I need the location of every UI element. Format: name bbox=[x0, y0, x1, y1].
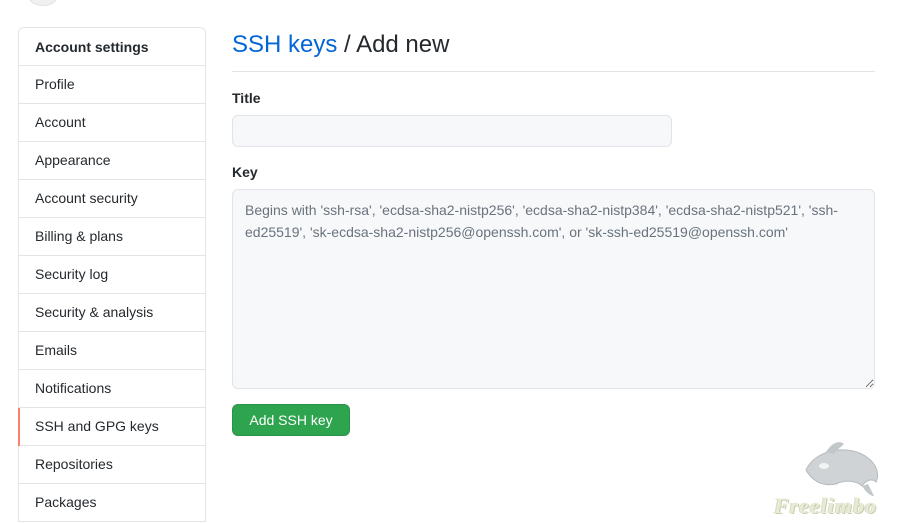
sidebar-item-account[interactable]: Account bbox=[19, 104, 205, 142]
sidebar-item-security-analysis[interactable]: Security & analysis bbox=[19, 294, 205, 332]
sidebar-item-label: Notifications bbox=[35, 380, 112, 396]
key-textarea[interactable] bbox=[232, 189, 875, 389]
sidebar-item-label: Account security bbox=[35, 190, 138, 206]
sidebar-item-label: Repositories bbox=[35, 456, 113, 472]
main-content: SSH keys / Add new Title Key Add SSH key bbox=[232, 27, 875, 436]
sidebar-item-packages[interactable]: Packages bbox=[19, 484, 205, 522]
sidebar-item-billing[interactable]: Billing & plans bbox=[19, 218, 205, 256]
breadcrumb-ssh-keys-link[interactable]: SSH keys bbox=[232, 31, 337, 58]
watermark: Freelimbo bbox=[772, 440, 905, 523]
sidebar-item-label: Profile bbox=[35, 76, 75, 92]
sidebar-item-security-log[interactable]: Security log bbox=[19, 256, 205, 294]
orca-whale-icon bbox=[805, 442, 879, 496]
avatar[interactable] bbox=[28, 0, 58, 6]
key-label: Key bbox=[232, 164, 258, 180]
sidebar-item-profile[interactable]: Profile bbox=[19, 66, 205, 104]
sidebar-item-ssh-gpg-keys[interactable]: SSH and GPG keys bbox=[18, 408, 205, 446]
sidebar-item-label: SSH and GPG keys bbox=[35, 418, 159, 434]
sidebar-item-notifications[interactable]: Notifications bbox=[19, 370, 205, 408]
add-ssh-key-button[interactable]: Add SSH key bbox=[232, 404, 350, 436]
breadcrumb-separator: / bbox=[337, 31, 357, 58]
sidebar-item-label: Security log bbox=[35, 266, 109, 282]
page-title: SSH keys / Add new bbox=[232, 27, 875, 72]
sidebar-item-label: Security & analysis bbox=[35, 304, 154, 320]
sidebar-item-label: Billing & plans bbox=[35, 228, 123, 244]
sidebar-item-label: Packages bbox=[35, 494, 97, 510]
breadcrumb-current: Add new bbox=[356, 31, 450, 58]
settings-sidebar: Account settings Profile Account Appeara… bbox=[18, 27, 206, 522]
title-input[interactable] bbox=[232, 115, 672, 147]
sidebar-item-account-security[interactable]: Account security bbox=[19, 180, 205, 218]
title-label: Title bbox=[232, 90, 261, 106]
watermark-text: Freelimbo bbox=[774, 493, 878, 518]
sidebar-item-label: Account bbox=[35, 114, 86, 130]
sidebar-item-emails[interactable]: Emails bbox=[19, 332, 205, 370]
sidebar-item-label: Appearance bbox=[35, 152, 111, 168]
sidebar-item-repositories[interactable]: Repositories bbox=[19, 446, 205, 484]
sidebar-item-appearance[interactable]: Appearance bbox=[19, 142, 205, 180]
sidebar-item-label: Emails bbox=[35, 342, 78, 358]
sidebar-header: Account settings bbox=[19, 28, 205, 66]
